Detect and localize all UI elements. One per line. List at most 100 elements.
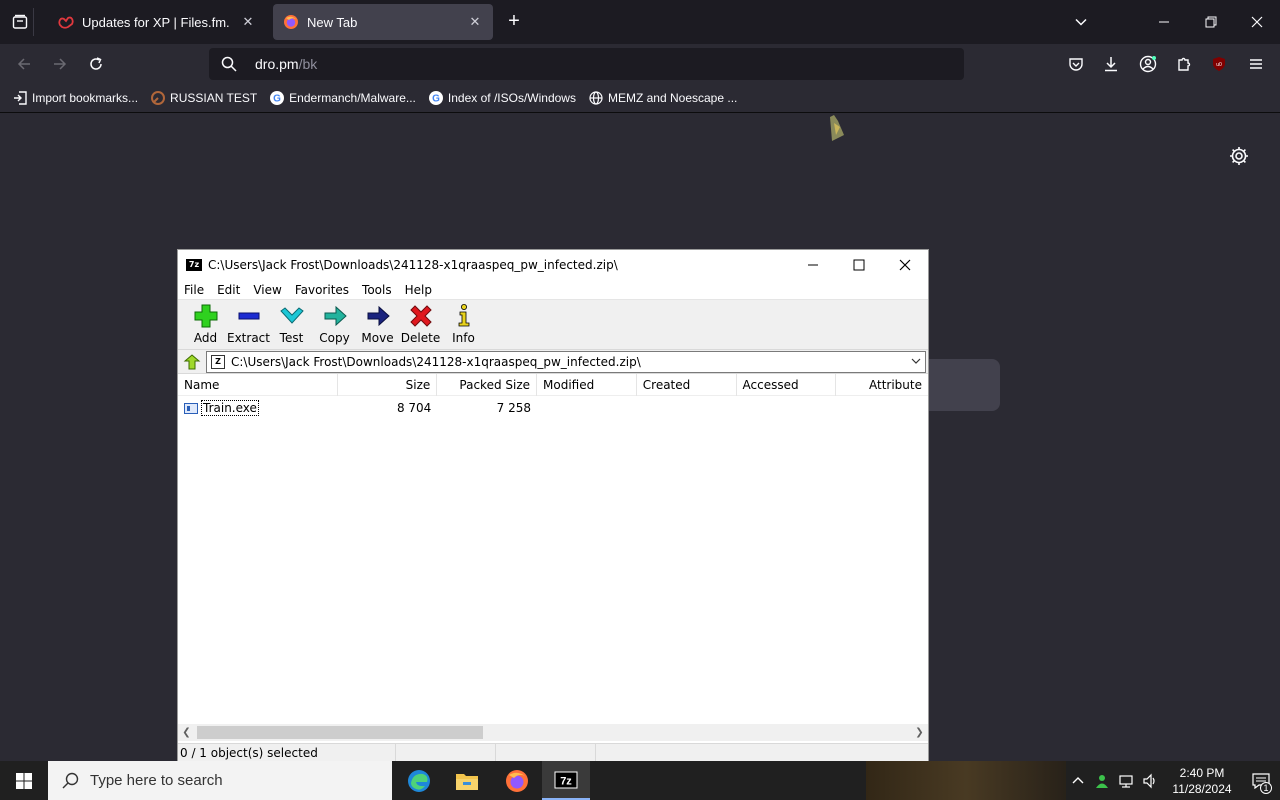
taskbar-7zip[interactable]: 7z	[542, 761, 590, 800]
restore-icon	[1205, 16, 1217, 28]
edge-icon	[408, 769, 430, 792]
close-button[interactable]	[882, 250, 928, 280]
column-header-created[interactable]: Created	[637, 374, 737, 396]
table-row[interactable]: Train.exe 8 704 7 258	[178, 398, 928, 418]
menu-favorites[interactable]: Favorites	[295, 283, 349, 297]
windows-logo-icon	[16, 772, 32, 789]
taskbar-firefox[interactable]	[493, 761, 541, 800]
window-title-bar[interactable]: 7z C:\Users\Jack Frost\Downloads\241128-…	[178, 250, 928, 280]
menu-help[interactable]: Help	[405, 283, 432, 297]
minimize-button[interactable]	[1150, 8, 1178, 36]
taskbar-search-box[interactable]: Type here to search	[48, 761, 392, 800]
column-header-accessed[interactable]: Accessed	[737, 374, 837, 396]
add-button[interactable]: Add	[184, 303, 227, 345]
firefox-icon	[506, 769, 528, 792]
tab-files-fm[interactable]: Updates for XP | Files.fm. ✕	[48, 4, 266, 40]
volume-button[interactable]	[1138, 761, 1162, 800]
tab-overview-icon	[12, 14, 27, 29]
ublock-origin-button[interactable]: u0	[1205, 50, 1233, 78]
column-header-modified[interactable]: Modified	[537, 374, 637, 396]
bookmark-isos-windows[interactable]: G Index of /ISOs/Windows	[428, 90, 576, 106]
move-button[interactable]: Move	[356, 303, 399, 345]
horizontal-scrollbar[interactable]: ❮ ❯	[178, 724, 928, 741]
close-tab-icon[interactable]: ✕	[240, 14, 256, 30]
new-tab-button[interactable]: +	[502, 10, 526, 34]
status-bar: 0 / 1 object(s) selected	[178, 743, 928, 761]
reload-button[interactable]	[82, 50, 110, 78]
close-tab-icon[interactable]: ✕	[467, 14, 483, 30]
bookmark-import[interactable]: Import bookmarks...	[12, 90, 138, 106]
show-hidden-icons-button[interactable]	[1066, 761, 1090, 800]
file-list[interactable]: Name Size Packed Size Modified Created A…	[178, 374, 928, 724]
menu-file[interactable]: File	[184, 283, 204, 297]
bookmark-label: Endermanch/Malware...	[289, 91, 416, 105]
column-header-name[interactable]: Name	[178, 374, 338, 396]
clock[interactable]: 2:40 PM 11/28/2024	[1162, 765, 1242, 797]
desktop-sprite-icon	[830, 115, 844, 141]
svg-text:7z: 7z	[560, 775, 572, 787]
minimize-button[interactable]	[790, 250, 836, 280]
downloads-button[interactable]	[1097, 50, 1125, 78]
move-arrow-icon	[367, 305, 390, 327]
svg-text:G: G	[273, 94, 281, 105]
chevron-down-icon[interactable]	[907, 355, 925, 369]
taskbar-file-explorer[interactable]	[443, 761, 491, 800]
info-button[interactable]: Info	[442, 303, 485, 345]
address-bar[interactable]: dro.pm/bk	[209, 48, 964, 80]
restore-button[interactable]	[1197, 8, 1225, 36]
account-icon	[1139, 55, 1157, 73]
scroll-left-icon[interactable]: ❮	[178, 727, 195, 738]
tab-new-tab[interactable]: New Tab ✕	[273, 4, 493, 40]
top-site-card[interactable]	[920, 359, 1000, 411]
desktop-background-strip	[866, 761, 1066, 800]
forward-button[interactable]	[46, 50, 74, 78]
taskbar-edge[interactable]	[395, 761, 443, 800]
navigation-toolbar: dro.pm/bk u0	[0, 44, 1280, 84]
move-label: Move	[361, 331, 394, 345]
test-button[interactable]: Test	[270, 303, 313, 345]
google-icon: G	[269, 90, 285, 106]
firefox-favicon-icon	[283, 14, 299, 30]
clock-date: 11/28/2024	[1172, 781, 1232, 796]
extensions-button[interactable]	[1170, 50, 1198, 78]
up-folder-button[interactable]	[178, 351, 206, 373]
hamburger-menu-icon	[1250, 59, 1262, 69]
column-header-size[interactable]: Size	[338, 374, 438, 396]
column-header-packed-size[interactable]: Packed Size	[437, 374, 538, 396]
start-button[interactable]	[0, 761, 48, 800]
arrow-left-icon	[17, 58, 30, 70]
network-button[interactable]	[1114, 761, 1138, 800]
notification-count-badge: 1	[1260, 782, 1272, 794]
account-button[interactable]	[1134, 50, 1162, 78]
bookmark-russian-test[interactable]: RUSSIAN TEST	[150, 90, 257, 106]
menu-tools[interactable]: Tools	[362, 283, 392, 297]
scroll-thumb[interactable]	[197, 726, 483, 739]
copy-arrow-icon	[324, 305, 347, 327]
app-menu-button[interactable]	[1242, 50, 1270, 78]
bookmark-memz[interactable]: MEMZ and Noescape ...	[588, 90, 737, 106]
path-combobox[interactable]: Z C:\Users\Jack Frost\Downloads\241128-x…	[206, 350, 926, 373]
pocket-button[interactable]	[1062, 50, 1090, 78]
copy-label: Copy	[319, 331, 350, 345]
pocket-icon	[1069, 58, 1083, 71]
sevenzip-window: 7z C:\Users\Jack Frost\Downloads\241128-…	[177, 249, 929, 761]
copy-button[interactable]: Copy	[313, 303, 356, 345]
gear-icon[interactable]	[1228, 145, 1250, 167]
tab-overview-button[interactable]	[6, 8, 34, 36]
column-header-attributes[interactable]: Attribute	[836, 374, 928, 396]
bookmark-endermanch[interactable]: G Endermanch/Malware...	[269, 90, 416, 106]
close-window-button[interactable]	[1243, 8, 1271, 36]
maximize-button[interactable]	[836, 250, 882, 280]
delete-button[interactable]: Delete	[399, 303, 442, 345]
tray-app-icon[interactable]	[1090, 761, 1114, 800]
list-all-tabs-button[interactable]	[1067, 8, 1095, 36]
menu-view[interactable]: View	[253, 283, 281, 297]
extract-button[interactable]: Extract	[227, 303, 270, 345]
back-button[interactable]	[10, 50, 38, 78]
toolbar: Add Extract Test Copy Move Delete Info	[178, 300, 928, 350]
scroll-track[interactable]	[195, 724, 911, 741]
notifications-button[interactable]: 1	[1242, 761, 1280, 800]
url-host: dro.pm	[255, 56, 299, 72]
menu-edit[interactable]: Edit	[217, 283, 240, 297]
scroll-right-icon[interactable]: ❯	[911, 727, 928, 738]
